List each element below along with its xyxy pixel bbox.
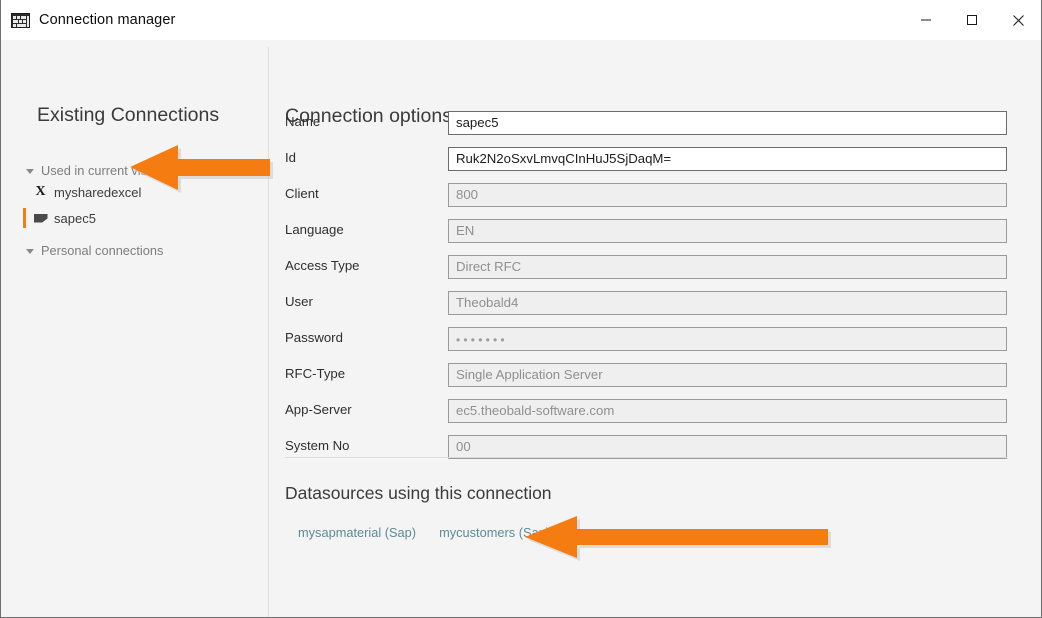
sap-flag-icon <box>32 213 49 223</box>
access-type-input[interactable]: Direct RFC <box>448 255 1007 279</box>
password-input[interactable]: ••••••• <box>448 327 1007 351</box>
maximize-icon <box>967 15 977 25</box>
rfc-type-input[interactable]: Single Application Server <box>448 363 1007 387</box>
password-mask: ••••••• <box>456 333 508 347</box>
id-input[interactable]: Ruk2N2oSxvLmvqCInHuJ5SjDaqM= <box>448 147 1007 171</box>
sidebar: Existing Connections Used in current vis… <box>11 47 269 617</box>
minimize-icon <box>921 19 931 21</box>
tree-item-sapec5[interactable]: sapec5 <box>23 207 267 229</box>
close-button[interactable] <box>995 0 1041 40</box>
field-row-rfc-type: RFC-Type Single Application Server <box>285 363 1007 387</box>
system-no-input[interactable]: 00 <box>448 435 1007 459</box>
language-input[interactable]: EN <box>448 219 1007 243</box>
section-divider <box>285 457 1007 458</box>
field-label-name: Name <box>285 114 321 129</box>
field-row-client: Client 800 <box>285 183 1007 207</box>
tree-item-label: mysharedexcel <box>54 184 142 200</box>
tree-group-label: Used in current visualization <box>41 163 202 178</box>
field-row-system-no: System No 00 <box>285 435 1007 459</box>
field-row-password: Password ••••••• <box>285 327 1007 351</box>
field-label-password: Password <box>285 330 343 345</box>
field-row-access-type: Access Type Direct RFC <box>285 255 1007 279</box>
app-table-icon <box>11 12 30 28</box>
field-label-system-no: System No <box>285 438 350 453</box>
connection-manager-window: Connection manager Existing Connections … <box>0 0 1042 618</box>
excel-icon: X <box>35 184 46 199</box>
field-label-id: Id <box>285 150 296 165</box>
minimize-button[interactable] <box>903 0 949 40</box>
window-title: Connection manager <box>39 12 176 28</box>
field-row-language: Language EN <box>285 219 1007 243</box>
user-input[interactable]: Theobald4 <box>448 291 1007 315</box>
tree-item-mysharedexcel[interactable]: X mysharedexcel <box>23 181 267 203</box>
datasources-link-list: mysapmaterial (Sap) mycustomers (Sap) <box>298 525 550 540</box>
field-label-client: Client <box>285 186 319 201</box>
tree-group-label: Personal connections <box>41 243 164 258</box>
name-input[interactable]: sapec5 <box>448 111 1007 135</box>
field-label-language: Language <box>285 222 344 237</box>
title-bar: Connection manager <box>1 0 1041 40</box>
chevron-down-icon <box>26 248 34 254</box>
selection-indicator <box>23 208 26 228</box>
field-row-id: Id Ruk2N2oSxvLmvqCInHuJ5SjDaqM= <box>285 147 1007 171</box>
app-server-input[interactable]: ec5.theobald-software.com <box>448 399 1007 423</box>
field-label-access-type: Access Type <box>285 258 360 273</box>
field-label-app-server: App-Server <box>285 402 352 417</box>
datasources-title: Datasources using this connection <box>285 483 552 503</box>
datasource-link-mycustomers[interactable]: mycustomers (Sap) <box>439 525 550 540</box>
sidebar-title: Existing Connections <box>37 104 220 126</box>
tree-group-personal-connections[interactable]: Personal connections <box>26 243 163 258</box>
field-label-user: User <box>285 294 313 309</box>
window-body: Existing Connections Used in current vis… <box>1 40 1041 617</box>
field-row-app-server: App-Server ec5.theobald-software.com <box>285 399 1007 423</box>
close-icon <box>1012 14 1024 26</box>
field-row-name: Name sapec5 <box>285 111 1007 135</box>
field-label-rfc-type: RFC-Type <box>285 366 346 381</box>
tree-group-used-in-current-visualization[interactable]: Used in current visualization <box>26 163 201 178</box>
window-controls <box>903 0 1041 40</box>
chevron-down-icon <box>26 168 34 174</box>
selection-indicator <box>23 182 26 202</box>
maximize-button[interactable] <box>949 0 995 40</box>
title-bar-left: Connection manager <box>1 12 903 28</box>
main-panel: Connection options Name sapec5 Id Ruk2N2… <box>269 47 1031 617</box>
client-input[interactable]: 800 <box>448 183 1007 207</box>
field-row-user: User Theobald4 <box>285 291 1007 315</box>
datasource-link-mysapmaterial[interactable]: mysapmaterial (Sap) <box>298 525 416 540</box>
tree-item-label: sapec5 <box>54 210 96 226</box>
